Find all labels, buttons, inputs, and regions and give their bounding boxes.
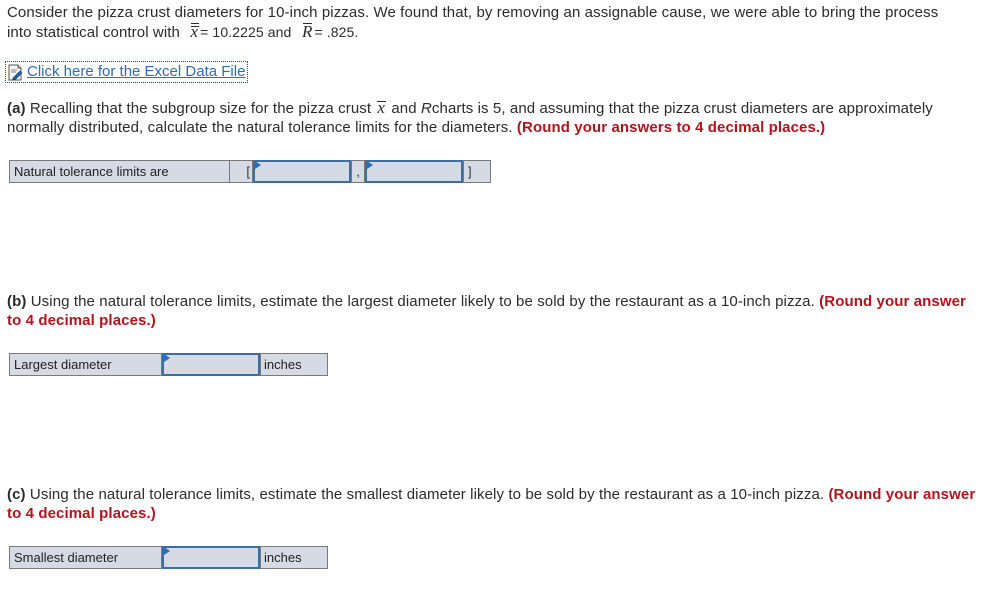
- lower-limit-input-box[interactable]: [253, 160, 351, 183]
- intro-text: Consider the pizza crust diameters for 1…: [7, 4, 939, 41]
- flag-icon: [164, 354, 170, 362]
- x-double-bar-symbol: x: [190, 22, 200, 41]
- part-b-tag: (b): [7, 293, 27, 310]
- lower-limit-cell: [252, 160, 352, 183]
- part-c-tag: (c): [7, 486, 26, 503]
- smallest-diameter-unit: inches: [260, 546, 328, 569]
- excel-file-icon: [7, 64, 24, 81]
- lower-limit-input[interactable]: [255, 162, 349, 181]
- smallest-diameter-label: Smallest diameter: [9, 546, 162, 569]
- part-c-text: Using the natural tolerance limits, esti…: [29, 486, 825, 503]
- largest-diameter-input-box[interactable]: [162, 353, 260, 376]
- part-b-text: Using the natural tolerance limits, esti…: [30, 293, 815, 310]
- tolerance-limits-table: Natural tolerance limits are [ , ]: [9, 160, 491, 183]
- smallest-diameter-table: Smallest diameter inches: [9, 546, 328, 569]
- r-symbol: R: [420, 100, 432, 117]
- problem-intro: Consider the pizza crust diameters for 1…: [7, 3, 967, 42]
- largest-diameter-label: Largest diameter: [9, 353, 162, 376]
- smallest-diameter-cell: [161, 546, 261, 569]
- largest-diameter-cell: [161, 353, 261, 376]
- close-bracket: ]: [463, 160, 491, 183]
- part-a-text-2: and: [391, 100, 417, 117]
- excel-data-file-link[interactable]: Click here for the Excel Data File: [5, 61, 249, 83]
- excel-link-label[interactable]: Click here for the Excel Data File: [27, 63, 245, 81]
- r-bar-value: = .825.: [314, 24, 359, 40]
- upper-limit-cell: [364, 160, 464, 183]
- part-c-question: (c) Using the natural tolerance limits, …: [7, 485, 982, 523]
- part-a-round-note: (Round your answers to 4 decimal places.…: [516, 119, 826, 136]
- smallest-diameter-input-box[interactable]: [162, 546, 260, 569]
- part-a-question: (a) Recalling that the subgroup size for…: [7, 98, 982, 137]
- upper-limit-input[interactable]: [367, 162, 461, 181]
- largest-diameter-table: Largest diameter inches: [9, 353, 328, 376]
- open-bracket: [: [229, 160, 253, 183]
- flag-icon: [255, 161, 261, 169]
- largest-diameter-input[interactable]: [164, 355, 258, 374]
- part-b-question: (b) Using the natural tolerance limits, …: [7, 292, 982, 330]
- r-bar-symbol: R: [301, 22, 313, 41]
- largest-diameter-unit: inches: [260, 353, 328, 376]
- flag-icon: [367, 161, 373, 169]
- x-double-bar-value: = 10.2225 and: [200, 24, 292, 40]
- part-a-tag: (a): [7, 100, 26, 117]
- smallest-diameter-input[interactable]: [164, 548, 258, 567]
- x-bar-symbol: x: [377, 98, 387, 117]
- tolerance-limits-label: Natural tolerance limits are: [9, 160, 230, 183]
- upper-limit-input-box[interactable]: [365, 160, 463, 183]
- separator: ,: [351, 160, 365, 183]
- flag-icon: [164, 547, 170, 555]
- part-a-text-1: Recalling that the subgroup size for the…: [29, 100, 372, 117]
